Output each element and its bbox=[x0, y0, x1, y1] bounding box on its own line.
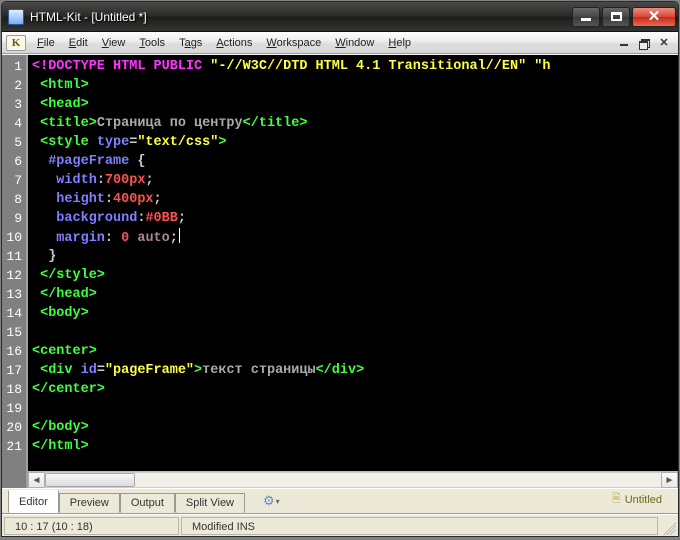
code-editor-wrap: <!DOCTYPE HTML PUBLIC "-//W3C//DTD HTML … bbox=[28, 55, 678, 488]
line-number: 5 bbox=[2, 133, 26, 152]
scroll-track[interactable] bbox=[45, 472, 661, 488]
line-number: 6 bbox=[2, 152, 26, 171]
titlebar[interactable]: HTML-Kit - [Untitled *] ✕ bbox=[2, 2, 678, 32]
line-number: 20 bbox=[2, 418, 26, 437]
mdi-close-button[interactable]: ✕ bbox=[654, 35, 674, 51]
menubar: K File Edit View Tools Tags Actions Work… bbox=[2, 32, 678, 54]
chevron-down-icon: ▾ bbox=[276, 497, 280, 506]
menu-file[interactable]: File bbox=[30, 34, 62, 52]
tab-split-view[interactable]: Split View bbox=[175, 493, 245, 513]
status-cursor-pos: 10 : 17 (10 : 18) bbox=[4, 517, 179, 535]
app-menu-icon[interactable]: K bbox=[6, 35, 26, 51]
app-window: HTML-Kit - [Untitled *] ✕ K File Edit Vi… bbox=[1, 1, 679, 537]
tab-preview[interactable]: Preview bbox=[59, 493, 120, 513]
line-number: 11 bbox=[2, 247, 26, 266]
scroll-thumb[interactable] bbox=[45, 473, 135, 487]
line-number: 7 bbox=[2, 171, 26, 190]
menu-tags[interactable]: Tags bbox=[172, 34, 209, 52]
line-number: 13 bbox=[2, 285, 26, 304]
menu-tools[interactable]: Tools bbox=[132, 34, 172, 52]
tab-output[interactable]: Output bbox=[120, 493, 175, 513]
menu-actions[interactable]: Actions bbox=[209, 34, 259, 52]
line-number: 3 bbox=[2, 95, 26, 114]
editor-area: 1 2 3 4 5 6 7 8 9 10 11 12 13 14 15 16 1… bbox=[2, 54, 678, 488]
tab-editor[interactable]: Editor bbox=[8, 490, 59, 513]
document-tag[interactable]: 🗎 Untitled bbox=[612, 490, 662, 509]
line-number: 17 bbox=[2, 361, 26, 380]
close-icon: ✕ bbox=[648, 9, 661, 24]
line-number: 1 bbox=[2, 57, 26, 76]
scroll-left-button[interactable]: ◄ bbox=[28, 472, 45, 488]
code-editor[interactable]: <!DOCTYPE HTML PUBLIC "-//W3C//DTD HTML … bbox=[28, 55, 678, 471]
statusbar: 10 : 17 (10 : 18) Modified INS bbox=[2, 514, 678, 536]
scroll-right-button[interactable]: ► bbox=[661, 472, 678, 488]
line-number: 10 bbox=[2, 228, 26, 247]
line-number: 16 bbox=[2, 342, 26, 361]
menu-window[interactable]: Window bbox=[328, 34, 381, 52]
mdi-restore-button[interactable] bbox=[634, 35, 654, 51]
window-title: HTML-Kit - [Untitled *] bbox=[30, 10, 147, 24]
document-name: Untitled bbox=[625, 494, 662, 506]
line-number-gutter: 1 2 3 4 5 6 7 8 9 10 11 12 13 14 15 16 1… bbox=[2, 55, 28, 488]
minimize-button[interactable] bbox=[572, 7, 600, 27]
line-number: 15 bbox=[2, 323, 26, 342]
line-number: 18 bbox=[2, 380, 26, 399]
menu-edit[interactable]: Edit bbox=[62, 34, 95, 52]
horizontal-scrollbar[interactable]: ◄ ► bbox=[28, 471, 678, 488]
mdi-minimize-button[interactable] bbox=[614, 35, 634, 51]
line-number: 19 bbox=[2, 399, 26, 418]
view-tabbar: Editor Preview Output Split View ⚙ ▾ 🗎 U… bbox=[2, 488, 678, 514]
status-mode: Modified INS bbox=[181, 517, 658, 535]
line-number: 4 bbox=[2, 114, 26, 133]
close-button[interactable]: ✕ bbox=[632, 7, 676, 27]
maximize-button[interactable] bbox=[602, 7, 630, 27]
line-number: 14 bbox=[2, 304, 26, 323]
window-controls: ✕ bbox=[572, 7, 676, 27]
line-number: 9 bbox=[2, 209, 26, 228]
document-icon: 🗎 bbox=[612, 490, 621, 509]
line-number: 2 bbox=[2, 76, 26, 95]
menu-view[interactable]: View bbox=[95, 34, 133, 52]
line-number: 21 bbox=[2, 437, 26, 456]
text-caret bbox=[179, 228, 180, 243]
menu-help[interactable]: Help bbox=[381, 34, 418, 52]
menu-workspace[interactable]: Workspace bbox=[259, 34, 328, 52]
line-number: 8 bbox=[2, 190, 26, 209]
app-icon bbox=[8, 9, 24, 25]
tab-options-button[interactable]: ⚙ ▾ bbox=[263, 493, 280, 509]
line-number: 12 bbox=[2, 266, 26, 285]
gear-icon: ⚙ bbox=[263, 493, 275, 509]
resize-grip-icon[interactable] bbox=[660, 519, 676, 535]
